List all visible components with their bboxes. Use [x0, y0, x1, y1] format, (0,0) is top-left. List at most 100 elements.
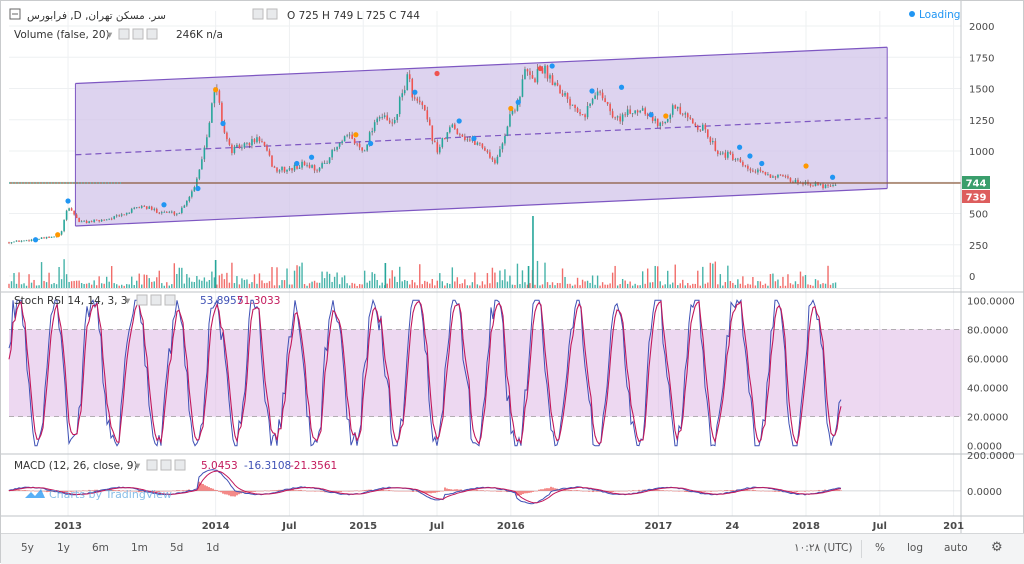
volume-bar: [481, 281, 484, 288]
macd-hist-bar: [426, 490, 428, 494]
candle-body: [752, 170, 754, 172]
macd-hist-bar: [410, 490, 412, 492]
volume-bar: [504, 269, 506, 288]
event-marker: [213, 87, 219, 93]
event-marker: [803, 163, 809, 169]
settings-icon[interactable]: [150, 294, 162, 306]
macd-hist-bar: [716, 490, 718, 492]
settings-icon[interactable]: [132, 28, 144, 40]
candle-body: [85, 220, 88, 223]
volume-bar: [764, 283, 767, 288]
candle-body: [581, 114, 584, 116]
candle-body: [436, 142, 439, 153]
volume-bar: [241, 278, 243, 288]
candle-body: [266, 145, 268, 151]
macd-hist-bar: [358, 490, 360, 492]
macd-hist-bar: [664, 490, 666, 492]
percent-toggle[interactable]: %: [875, 542, 885, 554]
volume-bar: [346, 283, 348, 288]
candle-body: [619, 116, 621, 122]
candle-body: [88, 221, 90, 223]
candle-body: [158, 212, 161, 214]
macd-hist-bar: [634, 490, 636, 491]
volume-bar: [436, 280, 438, 288]
volume-bar: [338, 284, 341, 288]
volume-bar: [744, 285, 747, 288]
volume-bar: [43, 280, 45, 288]
range-1m-button[interactable]: 1m: [131, 542, 148, 554]
macd-hist-bar: [542, 489, 544, 491]
symbol-title: فرابورس ,D ,سر. مسکن تهران: [27, 10, 166, 22]
candle-body: [171, 211, 173, 213]
eye-icon[interactable]: [118, 28, 130, 40]
macd-hist-bar: [492, 490, 494, 492]
chevron-down-icon[interactable]: ▾: [135, 460, 141, 472]
range-1d-button[interactable]: 1d: [206, 542, 219, 554]
settings-icon[interactable]: [160, 459, 172, 471]
tradingview-logo-icon: [25, 489, 45, 498]
auto-toggle[interactable]: auto: [944, 542, 968, 554]
macd-hist-bar: [412, 490, 414, 492]
close-icon[interactable]: [164, 294, 176, 306]
time-tick-label: 2018: [792, 521, 820, 532]
volume-bar: [231, 262, 233, 288]
eye-icon[interactable]: [252, 8, 264, 20]
event-marker: [294, 160, 300, 167]
volume-bar: [574, 284, 576, 288]
volume-bar: [113, 283, 115, 288]
event-marker: [368, 140, 374, 147]
event-marker: [32, 237, 39, 243]
candle-body: [641, 108, 644, 111]
volume-bar: [248, 283, 251, 288]
range-1y-button[interactable]: 1y: [57, 542, 70, 554]
gear-icon[interactable]: ⚙: [991, 540, 1003, 555]
volume-bar: [348, 285, 351, 288]
volume-bar: [636, 285, 639, 288]
close-icon[interactable]: [146, 28, 158, 40]
eye-icon[interactable]: [136, 294, 148, 306]
macd-hist-bar: [454, 489, 456, 491]
volume-bar: [524, 282, 526, 288]
range-5y-button[interactable]: 5y: [21, 542, 34, 554]
volume-bar: [386, 283, 388, 288]
candle-body: [709, 137, 712, 143]
candle-body: [138, 207, 141, 209]
chevron-down-icon[interactable]: ▾: [125, 295, 131, 307]
eye-icon[interactable]: [146, 459, 158, 471]
range-6m-button[interactable]: 6m: [92, 542, 109, 554]
candle-body: [809, 184, 812, 186]
candle-body: [614, 117, 616, 119]
macd-value: -16.3108: [244, 460, 291, 472]
volume-value: 246K n/a: [176, 29, 223, 41]
volume-bar: [484, 284, 486, 288]
volume-bar: [569, 283, 571, 288]
volume-bar: [757, 281, 759, 288]
time-display[interactable]: ۱۰:۲۸ (UTC): [794, 542, 852, 554]
candle-body: [313, 165, 316, 171]
macd-hist-bar: [216, 490, 218, 491]
candle-body: [176, 213, 178, 215]
candle-body: [594, 95, 596, 99]
macd-hist-bar: [708, 490, 710, 492]
price-tick-label: 1000: [969, 147, 994, 158]
macd-hist-bar: [718, 490, 720, 492]
volume-bar: [779, 285, 782, 288]
candle-body: [624, 114, 626, 116]
log-toggle[interactable]: log: [907, 542, 923, 554]
volume-bar: [218, 275, 221, 288]
candle-body: [271, 155, 273, 167]
range-5d-button[interactable]: 5d: [170, 542, 183, 554]
candle-body: [328, 157, 331, 163]
macd-hist-bar: [314, 490, 316, 492]
chart-canvas[interactable]: 2013 2014 Jul 2015 Jul 2016 2017 24 2018 Jul 201 0 2…: [1, 1, 1024, 533]
candle-body: [529, 71, 531, 76]
macd-hist-bar: [208, 487, 210, 491]
volume-bar: [704, 283, 706, 288]
close-icon[interactable]: [174, 459, 186, 471]
macd-hist-bar: [26, 490, 28, 491]
settings-icon[interactable]: [266, 8, 278, 20]
candle-body: [238, 144, 241, 149]
macd-hist-bar: [822, 490, 824, 491]
volume-bar: [777, 279, 779, 288]
chevron-down-icon[interactable]: ▾: [107, 29, 113, 41]
